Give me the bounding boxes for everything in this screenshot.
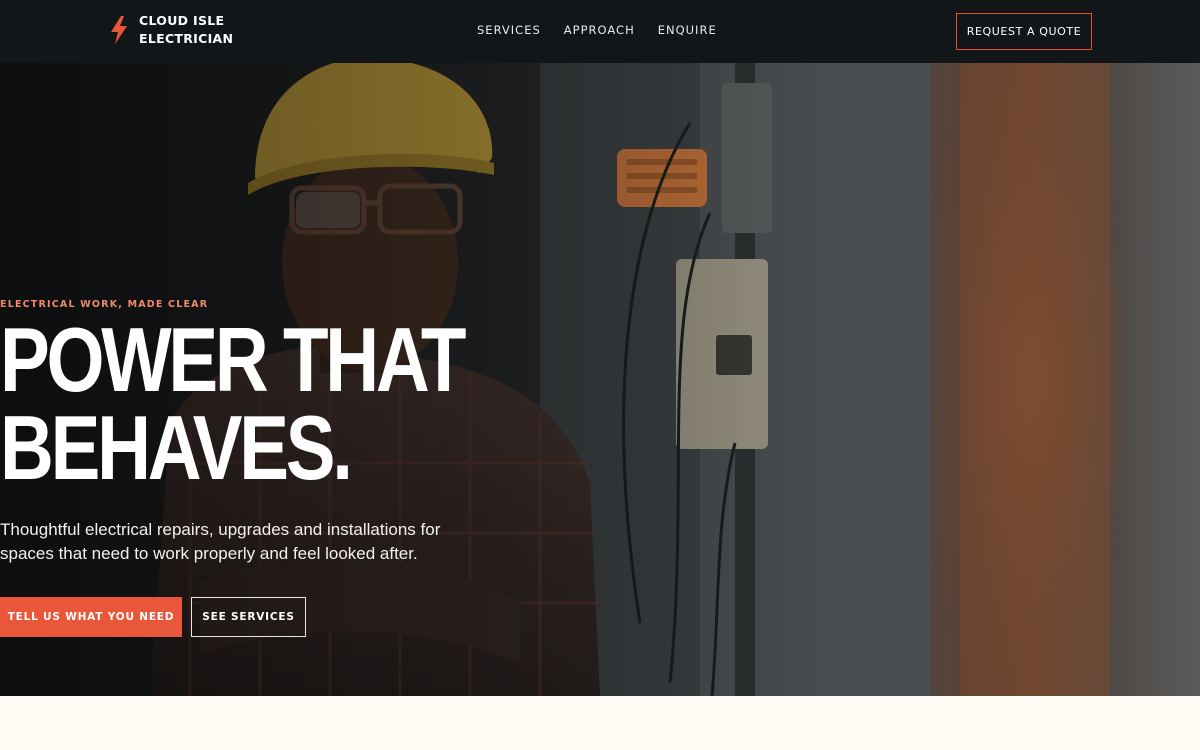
nav-item-services[interactable]: SERVICES	[477, 23, 541, 37]
brand-name-line2: ELECTRICIAN	[139, 31, 234, 46]
site-header: CLOUD ISLE ELECTRICIAN SERVICES APPROACH…	[0, 0, 1200, 63]
hero-eyebrow: ELECTRICAL WORK, MADE CLEAR	[0, 299, 209, 310]
hero-headline: POWER THAT BEHAVES.	[0, 310, 467, 499]
brand-name: CLOUD ISLE ELECTRICIAN	[139, 12, 233, 48]
hero-headline-line1: POWER THAT	[0, 310, 467, 411]
next-section	[0, 696, 1200, 750]
lightning-bolt-icon	[111, 16, 127, 44]
main-nav: SERVICES APPROACH ENQUIRE	[477, 23, 717, 37]
tell-us-what-you-need-button[interactable]: TELL US WHAT YOU NEED	[0, 597, 182, 637]
see-services-button[interactable]: SEE SERVICES	[191, 597, 306, 637]
brand-logo[interactable]: CLOUD ISLE ELECTRICIAN	[108, 12, 233, 48]
request-quote-button[interactable]: REQUEST A QUOTE	[956, 13, 1092, 50]
hero-subcopy: Thoughtful electrical repairs, upgrades …	[0, 520, 441, 563]
hero-headline-line2: BEHAVES.	[0, 398, 353, 499]
hero-section: ELECTRICAL WORK, MADE CLEAR POWER THAT B…	[0, 63, 1200, 696]
brand-name-line1: CLOUD ISLE	[139, 13, 225, 28]
nav-item-approach[interactable]: APPROACH	[564, 23, 635, 37]
nav-item-enquire[interactable]: ENQUIRE	[658, 23, 717, 37]
